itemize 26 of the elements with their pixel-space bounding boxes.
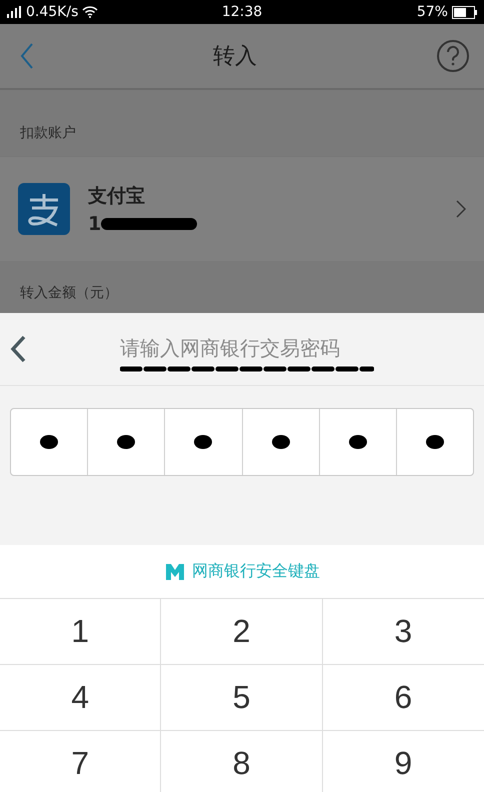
password-field[interactable] xyxy=(10,408,474,476)
amount-label: 转入金额（元） xyxy=(20,284,118,302)
chevron-icon xyxy=(456,200,466,218)
account-number: 1 xyxy=(88,213,102,235)
back-icon xyxy=(20,43,34,69)
sheet-title: 请输入网商银行交易密码 xyxy=(120,335,341,362)
back-icon xyxy=(10,334,26,364)
battery-percent: 57% xyxy=(416,4,448,20)
clock: 12:38 xyxy=(222,4,262,20)
number-key[interactable]: 1 xyxy=(0,599,162,665)
alipay-logo-icon xyxy=(18,183,70,235)
help-button[interactable] xyxy=(436,39,470,73)
battery-icon xyxy=(452,6,478,18)
number-key[interactable]: 4 xyxy=(0,665,162,731)
number-key[interactable]: 2 xyxy=(161,599,323,665)
bank-logo-icon xyxy=(164,562,186,582)
keyboard-brand: 网商银行安全键盘 xyxy=(192,561,320,582)
account-name: 支付宝 xyxy=(88,184,146,209)
wifi-icon xyxy=(82,6,98,18)
network-speed: 0.45K/s xyxy=(26,4,78,20)
signal-icon xyxy=(6,6,22,18)
back-button[interactable] xyxy=(10,334,26,364)
page-title: 转入 xyxy=(213,43,257,71)
section-label: 扣款账户 xyxy=(20,124,76,142)
help-icon xyxy=(436,39,470,73)
number-key[interactable]: 5 xyxy=(161,665,323,731)
